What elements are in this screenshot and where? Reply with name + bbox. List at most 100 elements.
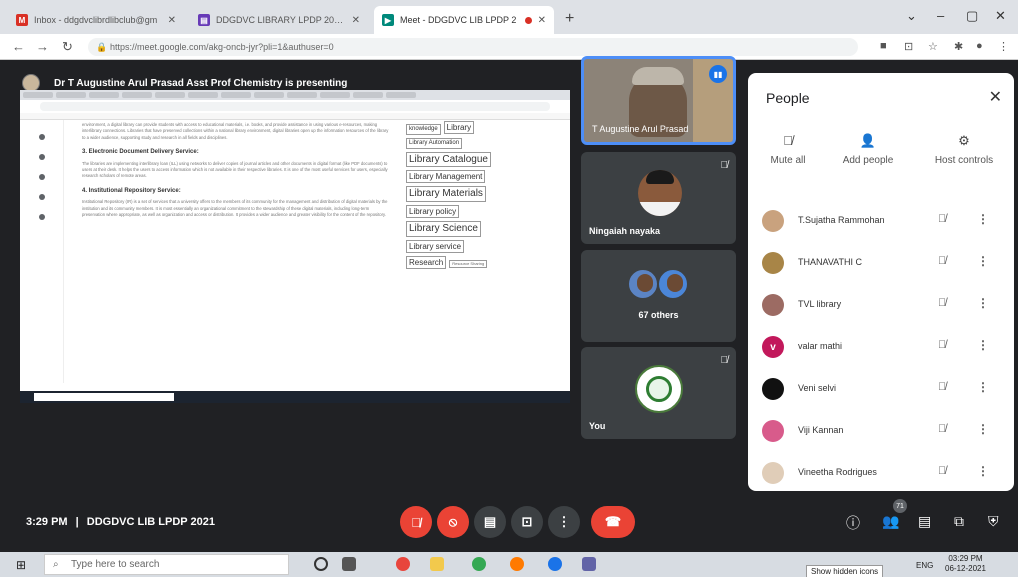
cortana-icon[interactable] <box>314 557 328 571</box>
captions-button[interactable]: ▤ <box>474 506 506 538</box>
people-panel: People ✕ 🎙̸ Mute all 👤 Add people ⚙ Host… <box>748 73 1014 491</box>
participant-row[interactable]: Veni selvi 🎙̸ ⋮ <box>748 369 1014 409</box>
mic-off-icon: 🎙̸ <box>411 514 421 530</box>
participant-row[interactable]: v valar mathi 🎙̸ ⋮ <box>748 327 1014 367</box>
mic-off-icon[interactable]: 🎙̸ <box>938 255 946 267</box>
shared-screen[interactable]: environment, a digital library can provi… <box>20 90 570 403</box>
firefox-icon[interactable] <box>510 557 524 571</box>
mic-off-icon[interactable]: 🎙̸ <box>938 213 946 225</box>
participant-avatar <box>762 252 784 274</box>
system-clock[interactable]: 03:29 PM 06-12-2021 <box>945 554 986 574</box>
new-tab-button[interactable]: + <box>565 10 574 28</box>
mic-off-icon[interactable]: 🎙̸ <box>938 297 946 309</box>
doc-heading: 4. Institutional Repository Service: <box>82 187 181 194</box>
activities-icon[interactable]: ⧉ <box>954 513 964 530</box>
participant-tile-you[interactable]: 🎙̸ You <box>581 347 736 439</box>
more-options-icon[interactable]: ⋮ <box>977 254 989 268</box>
participant-tile-ningaiah[interactable]: 🎙̸ Ningaiah nayaka <box>581 152 736 244</box>
taskbar-search-input[interactable]: ⌕ Type here to search <box>44 554 289 575</box>
shared-bookmarks-bar <box>20 113 570 120</box>
minimize-icon[interactable]: – <box>937 8 944 23</box>
shared-taskbar <box>20 391 570 403</box>
leave-call-button[interactable]: ☎ <box>591 506 635 538</box>
more-options-icon[interactable]: ⋮ <box>977 380 989 394</box>
app-icon[interactable] <box>548 557 562 571</box>
participant-name: Veni selvi <box>798 383 837 393</box>
tab-meet[interactable]: ▶ Meet - DDGDVC LIB LPDP 2 ✕ <box>374 6 554 34</box>
shared-doc-body: environment, a digital library can provi… <box>82 122 389 218</box>
participant-avatar <box>762 420 784 442</box>
bookmark-star-icon[interactable]: ☆ <box>928 40 938 53</box>
participant-name: TVL library <box>798 299 842 309</box>
chat-icon[interactable]: ▤ <box>918 513 931 530</box>
meeting-details-icon[interactable]: ⓘ <box>846 513 860 533</box>
mic-off-icon[interactable]: 🎙̸ <box>938 465 946 477</box>
url-text: https://meet.google.com/akg-oncb-jyr?pli… <box>110 42 334 52</box>
shared-browser-tabs <box>20 90 570 100</box>
shared-tag-cloud: knowledge Library Library Automation Lib… <box>406 120 506 271</box>
recording-icon <box>524 16 532 24</box>
forward-arrow-icon[interactable]: → <box>36 39 49 54</box>
mic-off-icon[interactable]: 🎙̸ <box>938 423 946 435</box>
tab-library-form[interactable]: ▤ DDGDVC LIBRARY LPDP 2021 FI ✕ <box>190 6 368 34</box>
camera-icon[interactable]: ■ <box>880 40 887 52</box>
tag: Library policy <box>406 204 460 219</box>
extensions-icon[interactable]: ✱ <box>954 40 963 53</box>
more-vert-icon: ⋮ <box>557 514 571 529</box>
mic-off-icon[interactable]: 🎙̸ <box>938 381 946 393</box>
present-button[interactable]: ⊡ <box>511 506 543 538</box>
host-controls-button[interactable]: ⚙ Host controls <box>924 133 1004 166</box>
window-close-icon[interactable]: ✕ <box>995 8 1006 24</box>
participant-row[interactable]: T.Sujatha Rammohan 🎙̸ ⋮ <box>748 201 1014 241</box>
tag: Library Science <box>406 221 481 237</box>
separator: | <box>75 516 79 528</box>
app-icon[interactable] <box>472 557 486 571</box>
chrome-icon[interactable] <box>396 557 410 571</box>
captions-icon: ▤ <box>483 514 497 529</box>
mic-off-icon[interactable]: 🎙̸ <box>938 339 946 351</box>
more-options-icon[interactable]: ⋮ <box>977 422 989 436</box>
address-bar[interactable]: 🔒 https://meet.google.com/akg-oncb-jyr?p… <box>88 38 858 56</box>
teams-icon[interactable] <box>582 557 596 571</box>
task-view-icon[interactable] <box>342 557 356 571</box>
tab-search-icon[interactable]: ⌄ <box>906 8 917 24</box>
close-panel-icon[interactable]: ✕ <box>989 87 1002 107</box>
file-explorer-icon[interactable] <box>430 557 444 571</box>
participant-row[interactable]: TVL library 🎙̸ ⋮ <box>748 285 1014 325</box>
close-tab-icon[interactable]: ✕ <box>538 15 546 26</box>
participant-name: T.Sujatha Rammohan <box>798 215 885 225</box>
camera-toggle-button[interactable]: ⦸ <box>437 506 469 538</box>
host-safety-icon[interactable]: ⛨ <box>988 513 999 530</box>
participant-row[interactable]: Viji Kannan 🎙̸ ⋮ <box>748 411 1014 451</box>
system-time: 03:29 PM <box>948 554 983 563</box>
more-options-icon[interactable]: ⋮ <box>977 212 989 226</box>
close-tab-icon[interactable]: ✕ <box>352 15 360 26</box>
language-indicator[interactable]: ENG <box>916 561 933 570</box>
add-people-button[interactable]: 👤 Add people <box>828 133 908 166</box>
back-arrow-icon[interactable]: ← <box>12 39 25 54</box>
reload-icon[interactable]: ↻ <box>62 39 73 55</box>
participant-row[interactable]: Vineetha Rodrigues 🎙̸ ⋮ <box>748 453 1014 491</box>
present-screen-icon: ⊡ <box>521 514 533 529</box>
mute-all-button[interactable]: 🎙̸ Mute all <box>748 133 828 166</box>
participant-tile-others[interactable]: 67 others <box>581 250 736 342</box>
windows-start-icon[interactable]: ⊞ <box>16 558 26 572</box>
close-tab-icon[interactable]: ✕ <box>168 15 176 26</box>
profile-icon[interactable]: ● <box>976 40 983 52</box>
participant-tile-speaker[interactable]: ▮▮ T Augustine Arul Prasad <box>581 56 736 145</box>
maximize-icon[interactable]: ▢ <box>966 8 978 24</box>
participant-name: Vineetha Rodrigues <box>798 467 877 477</box>
others-count: 67 others <box>638 310 679 320</box>
people-icon[interactable]: 👥 <box>882 513 899 530</box>
tag: Library Materials <box>406 186 486 202</box>
more-options-icon[interactable]: ⋮ <box>977 338 989 352</box>
more-options-icon[interactable]: ⋮ <box>977 464 989 478</box>
menu-dots-icon[interactable]: ⋮ <box>998 40 1009 53</box>
site-info-icon[interactable]: ⊡ <box>904 40 913 53</box>
more-options-button[interactable]: ⋮ <box>548 506 580 538</box>
mic-toggle-button[interactable]: 🎙̸ <box>400 506 432 538</box>
tab-gmail[interactable]: M Inbox - ddgdvclibrdlibclub@gm ✕ <box>8 6 184 34</box>
participant-row[interactable]: THANAVATHI C 🎙̸ ⋮ <box>748 243 1014 283</box>
tag: Research <box>406 255 447 270</box>
more-options-icon[interactable]: ⋮ <box>977 296 989 310</box>
